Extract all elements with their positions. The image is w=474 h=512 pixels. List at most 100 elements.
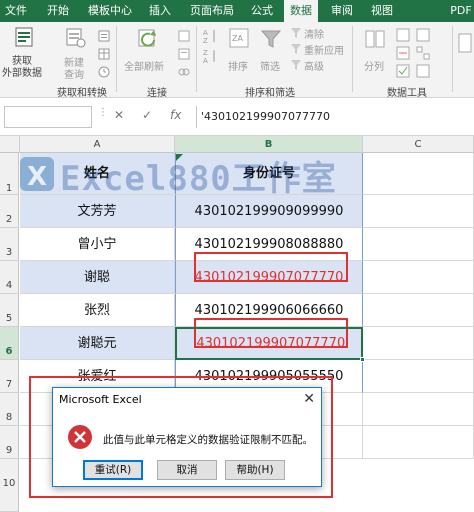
cell-c2[interactable] (363, 195, 474, 228)
row-header-3[interactable]: 3 (0, 228, 19, 261)
cell-c7[interactable] (363, 360, 474, 393)
ribbon-tab-bar: 文件 开始 模板中心 插入 页面布局 公式 数据 审阅 视图 PDF (0, 0, 474, 22)
retry-button[interactable]: 重试(R) (83, 460, 143, 480)
database-icon (15, 27, 33, 47)
tab-page-layout[interactable]: 页面布局 (184, 0, 240, 22)
tab-file[interactable]: 文件 (0, 0, 32, 22)
tab-template-center[interactable]: 模板中心 (82, 0, 138, 22)
properties-icon[interactable] (178, 48, 190, 60)
fill-handle[interactable] (360, 357, 365, 362)
row-header-4[interactable]: 4 (0, 261, 19, 294)
cancel-entry-icon[interactable]: ✕ (114, 108, 124, 122)
advanced-filter-icon (291, 60, 301, 70)
row-header-2[interactable]: 2 (0, 195, 19, 228)
more-options-icon[interactable]: ⋮ (98, 107, 108, 118)
refresh-all-label: 全部刷新 (124, 62, 164, 73)
connections-icon[interactable] (178, 30, 190, 42)
svg-text:A: A (203, 57, 208, 64)
tab-view[interactable]: 视图 (364, 0, 400, 22)
row-header-9[interactable]: 9 (0, 426, 19, 459)
cell-c6[interactable] (363, 327, 474, 360)
group-label-get-transform: 获取和转换 (57, 88, 107, 99)
sort-az-icon[interactable]: AZ (202, 28, 218, 44)
cell-c3[interactable] (363, 228, 474, 261)
cell-c5[interactable] (363, 294, 474, 327)
filter-label: 筛选 (260, 62, 280, 73)
tab-data[interactable]: 数据 (284, 0, 318, 22)
consolidate-icon[interactable] (416, 28, 430, 42)
row-header-8[interactable]: 8 (0, 393, 19, 426)
cell-c9[interactable] (363, 426, 474, 459)
refresh-all-button[interactable]: 全部刷新 (122, 24, 172, 76)
sort-button[interactable]: ZA 排序 (224, 24, 254, 76)
filter-button[interactable]: 筛选 (256, 24, 286, 76)
clear-filter-button[interactable]: 清除 (290, 26, 338, 41)
reapply-icon (291, 44, 301, 54)
insert-function-icon[interactable]: fx (170, 108, 181, 122)
row-header-7[interactable]: 7 (0, 360, 19, 393)
group-label-data-tools: 数据工具 (387, 88, 427, 99)
sort-label: 排序 (228, 62, 248, 73)
formula-input[interactable]: '430102199907077770 (196, 106, 474, 128)
cancel-button[interactable]: 取消 (157, 460, 217, 480)
flash-fill-icon[interactable] (396, 28, 410, 42)
error-dialog: Microsoft Excel ✕ 此值与此单元格定义的数据验证限制不匹配。 重… (52, 387, 322, 487)
excel-window: 文件 开始 模板中心 插入 页面布局 公式 数据 审阅 视图 PDF 获取 外部… (0, 0, 474, 512)
name-box[interactable] (4, 106, 92, 128)
split-label: 分列 (364, 62, 384, 73)
ribbon-separator (452, 26, 453, 92)
tab-formulas[interactable]: 公式 (244, 0, 280, 22)
help-button[interactable]: 帮助(H) (225, 460, 285, 480)
remove-duplicates-icon[interactable] (396, 46, 410, 60)
relationships-icon[interactable] (416, 46, 430, 60)
data-validation-icon[interactable] (396, 64, 410, 78)
manage-data-model-icon[interactable] (416, 64, 430, 78)
dialog-title: Microsoft Excel (53, 388, 321, 412)
close-icon[interactable]: ✕ (303, 391, 315, 407)
recent-sources-icon[interactable] (98, 66, 110, 78)
from-table-icon[interactable] (98, 48, 110, 60)
tab-pdf[interactable]: PDF (446, 0, 474, 22)
advanced-filter-button[interactable]: 高级 (290, 58, 338, 73)
formula-bar: ⋮ ✕ ✓ fx '430102199907077770 (0, 98, 474, 136)
watermark: X Excel880工作室 (10, 151, 390, 199)
ribbon-separator (196, 26, 197, 92)
cell-a5[interactable]: 张烈 (20, 294, 175, 327)
cell-a6[interactable]: 谢聪元 (20, 327, 175, 360)
enter-icon[interactable]: ✓ (142, 108, 152, 122)
get-external-data-button[interactable]: 获取 外部数据 (2, 24, 48, 79)
what-if-icon[interactable] (458, 32, 472, 54)
tab-review[interactable]: 审阅 (324, 0, 360, 22)
sort-icon: ZA (229, 28, 249, 48)
cell-a4[interactable]: 谢聪 (20, 261, 175, 294)
svg-text:ZA: ZA (232, 34, 243, 43)
text-to-columns-button[interactable]: 分列 (360, 24, 390, 76)
group-label-sort-filter: 排序和筛选 (245, 88, 295, 99)
ribbon-data: 获取 外部数据 新建 查询 获取和转换 全部刷新 连接 A Z Z A ZA 排… (0, 22, 474, 99)
show-queries-icon[interactable] (98, 30, 110, 42)
cell-c4[interactable] (363, 261, 474, 294)
row-header-6[interactable]: 6 (0, 327, 19, 360)
svg-text:Z: Z (203, 49, 208, 57)
new-query-button[interactable]: 新建 查询 (58, 24, 94, 81)
ribbon-separator (116, 26, 117, 92)
sort-za-icon[interactable]: ZA (202, 48, 218, 64)
watermark-logo-icon: X (20, 157, 54, 192)
filter-icon (260, 30, 282, 48)
advanced-label: 高级 (304, 62, 324, 73)
dialog-body: 此值与此单元格定义的数据验证限制不匹配。 重试(R) 取消 帮助(H) (53, 412, 321, 486)
edit-links-icon[interactable] (178, 66, 190, 78)
tab-home[interactable]: 开始 (40, 0, 76, 22)
cell-c8[interactable] (363, 393, 474, 426)
new-query-label-2: 查询 (64, 70, 84, 81)
reapply-button[interactable]: 重新应用 (290, 42, 350, 57)
cell-a3[interactable]: 曾小宁 (20, 228, 175, 261)
clear-filter-icon (291, 28, 301, 38)
highlight-box-b4 (194, 252, 348, 282)
row-header-5[interactable]: 5 (0, 294, 19, 327)
watermark-text: Excel880工作室 (60, 159, 337, 199)
row-header-10[interactable]: 10 (0, 459, 19, 512)
error-icon (68, 425, 92, 449)
tab-insert[interactable]: 插入 (142, 0, 178, 22)
get-data-label-2: 外部数据 (2, 68, 42, 79)
